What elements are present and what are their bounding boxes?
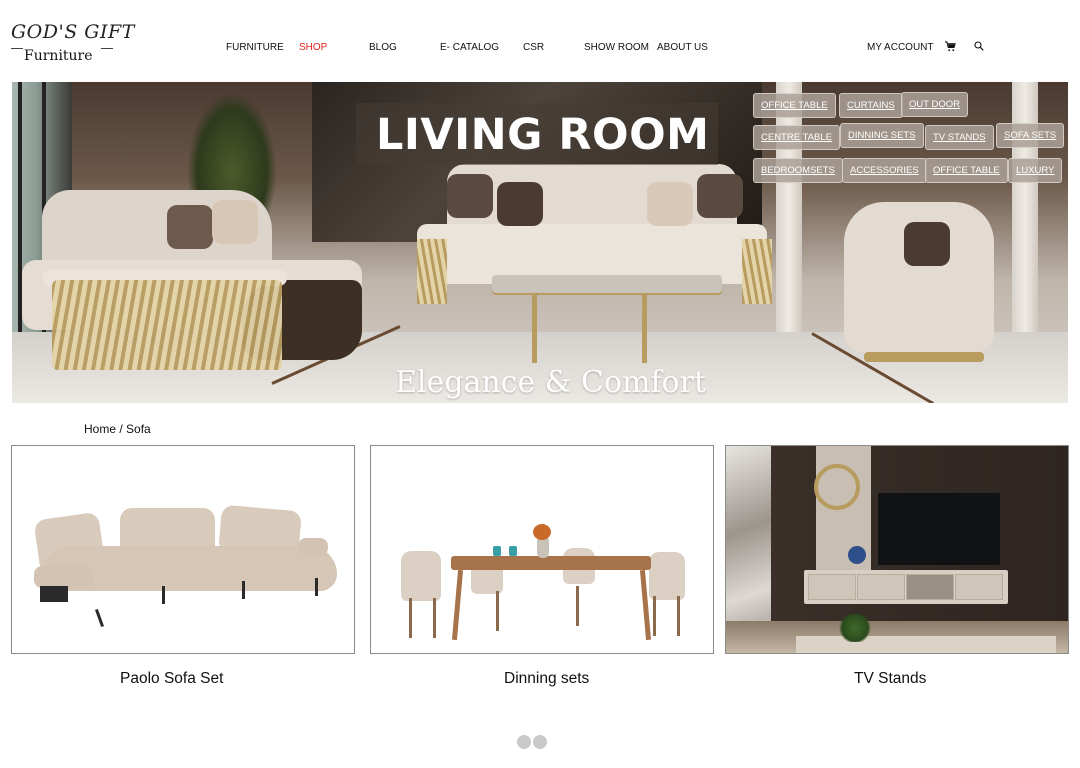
pillow [647,182,693,226]
cart-icon[interactable] [945,41,956,52]
category-out-door[interactable]: OUT DOOR [901,92,969,117]
site-header: GOD'S GIFT Furniture FURNITURE SHOP BLOG… [0,0,1080,82]
logo-rule-left [11,48,23,49]
sofa-leg [162,586,165,604]
nav-shop[interactable]: SHOP [299,42,327,53]
sofa-leg [315,578,318,596]
hero-banner: LIVING ROOM Elegance & Comfort OFFICE TA… [12,82,1068,403]
armchair-base [864,352,984,362]
sofa-leg [95,609,104,627]
hero-subtitle: Elegance & Comfort [395,365,707,400]
search-icon[interactable] [974,41,984,51]
breadcrumb-home[interactable]: Home [84,422,116,436]
chair-leg [576,586,579,626]
nav-show-room[interactable]: SHOW ROOM [584,42,649,53]
hero-armchair [844,202,999,362]
nav-e-catalog[interactable]: E- CATALOG [440,42,499,53]
logo-wordmark: GOD'S GIFT [11,21,135,43]
chair-leg [496,591,499,631]
chair-leg [433,598,436,638]
breadcrumb: Home / Sofa [84,422,151,436]
plant-decor [838,614,872,642]
sofa-arm [34,566,94,588]
table-leg [532,293,537,363]
brand-logo[interactable]: GOD'S GIFT Furniture [11,21,135,66]
hero-title: LIVING ROOM [376,110,710,160]
console-drawer [808,574,856,600]
nav-blog[interactable]: BLOG [369,42,397,53]
console-drawer [906,574,954,600]
globe-decor [848,546,866,564]
pillow [904,222,950,266]
product-title-dining[interactable]: Dinning sets [504,670,589,688]
product-title-tv-stand[interactable]: TV Stands [854,670,926,688]
table-leg [451,569,464,641]
pillow [447,174,493,218]
pillow [497,182,543,226]
glass [493,546,501,556]
chair-leg [677,596,680,636]
console-drawer [857,574,905,600]
category-luxury[interactable]: LUXURY [1008,158,1063,183]
category-centre-table[interactable]: CENTRE TABLE [753,125,840,150]
logo-subtitle: Furniture [24,48,93,64]
category-curtains[interactable]: CURTAINS [839,93,903,118]
category-dinning-sets[interactable]: DINNING SETS [840,123,924,148]
chair-leg [653,596,656,636]
chair-leg [409,598,412,638]
my-account-link[interactable]: MY ACCOUNT [867,42,934,53]
nav-about-us[interactable]: ABOUT US [657,42,708,53]
category-tv-stands[interactable]: TV STANDS [925,125,994,150]
rug [796,636,1056,653]
sofa-leg [242,581,245,599]
table-leg [642,293,647,363]
wall-mirror [814,464,860,510]
sofa-arm [298,538,328,556]
breadcrumb-current: Sofa [126,422,151,436]
product-card-tv-stand[interactable] [725,445,1069,654]
pillow [167,205,213,249]
flower [533,524,551,540]
dining-chair [649,552,685,600]
sofa-base [40,586,68,602]
category-office-table[interactable]: OFFICE TABLE [753,93,836,118]
table-top [451,556,651,570]
category-accessories[interactable]: ACCESSORIES [842,158,927,183]
sofa-gold-frame [52,280,282,370]
sofa-gold-frame [742,239,772,304]
carousel-dot-2[interactable] [533,735,547,749]
breadcrumb-separator: / [119,422,123,436]
glass [509,546,517,556]
category-office-table-2[interactable]: OFFICE TABLE [925,158,1008,183]
logo-rule-right [101,48,113,49]
television [878,493,1000,565]
hero-sofa [22,190,372,375]
category-bedroomsets[interactable]: BEDROOMSETS [753,158,843,183]
sofa-gold-frame [417,239,447,304]
console-drawer [955,574,1003,600]
carousel-dot-1[interactable] [517,735,531,749]
pillow [697,174,743,218]
coffee-table [492,275,722,293]
category-sofa-sets[interactable]: SOFA SETS [996,123,1065,148]
hero-column [1012,82,1038,342]
nav-csr[interactable]: CSR [523,42,544,53]
product-card-dining[interactable] [370,445,714,654]
dining-chair [401,551,441,601]
product-card-sofa[interactable] [11,445,355,654]
nav-furniture[interactable]: FURNITURE [226,42,284,53]
pillow [212,200,258,244]
product-title-sofa[interactable]: Paolo Sofa Set [120,670,223,688]
